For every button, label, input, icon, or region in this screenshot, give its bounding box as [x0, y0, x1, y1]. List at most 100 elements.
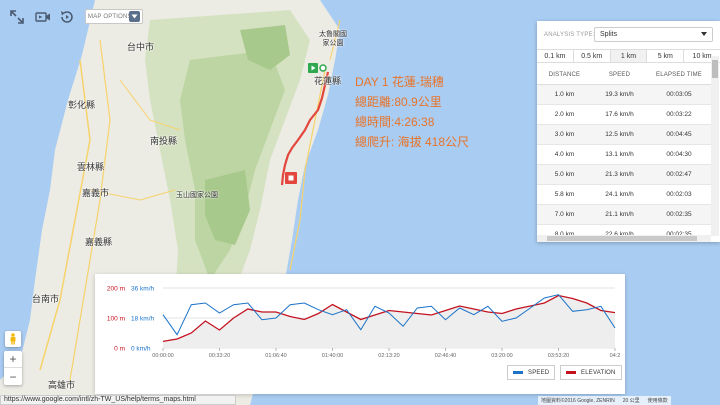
table-cell: 5.8 km — [554, 191, 575, 198]
y-left-tick: 100 m — [107, 316, 125, 323]
city-label: 台中市 — [127, 42, 155, 52]
attribution-text: 地圖資料©2016 Google, ZENRIN — [541, 398, 615, 404]
city-label: 玉山國家公園 — [176, 192, 218, 199]
status-url: https://www.google.com/intl/zh-TW_US/hel… — [0, 395, 236, 405]
table-cell: 00:02:35 — [666, 211, 692, 218]
table-row[interactable]: 7.0 km 21.1 km/h 00:02:35 — [537, 205, 711, 225]
table-cell: 17.6 km/h — [605, 111, 634, 118]
table-cell: 7.0 km — [554, 211, 575, 218]
column-header[interactable]: SPEED — [592, 72, 647, 78]
column-header[interactable]: ELAPSED TIME — [647, 72, 711, 78]
table-row[interactable]: 1.0 km 19.3 km/h 00:03:05 — [537, 85, 711, 105]
map-attribution: 地圖資料©2016 Google, ZENRIN 20 公里 使用條款 — [538, 396, 671, 405]
start-marker-icon[interactable] — [308, 62, 328, 76]
tab-split[interactable]: 1 km — [610, 50, 648, 62]
tab-split[interactable]: 0.1 km — [537, 50, 574, 62]
video-camera-icon — [35, 12, 50, 22]
splits-table-body: 1.0 km 19.3 km/h 00:03:05 2.0 km 17.6 km/h 00… — [537, 85, 711, 235]
analysis-type-label: ANALYSIS TYPE: — [544, 32, 595, 38]
column-header[interactable]: DISTANCE — [537, 72, 592, 78]
scale-label: 20 公里 — [622, 398, 640, 404]
x-tick-label: 01:06:40 — [265, 353, 286, 359]
city-label: 彰化縣 — [68, 100, 96, 110]
zoom-out-button[interactable]: − — [4, 368, 22, 385]
x-tick-label: 03:53:20 — [548, 353, 569, 359]
table-cell: 00:03:05 — [666, 91, 692, 98]
city-label: 嘉義市 — [82, 188, 110, 198]
elevation-swatch — [566, 371, 576, 374]
x-tick-label: 03:20:00 — [491, 353, 512, 359]
table-cell: 00:02:03 — [666, 191, 692, 198]
table-cell: 24.1 km/h — [605, 191, 634, 198]
splits-table-header: DISTANCE SPEED ELAPSED TIME — [537, 65, 711, 85]
legend-label: ELEVATION — [581, 369, 616, 376]
x-tick-label: 04:2 — [610, 353, 621, 359]
table-cell: 00:04:30 — [666, 151, 692, 158]
legend-elevation[interactable]: ELEVATION — [560, 365, 622, 380]
total-climb: 總爬升: 海拔 418公尺 — [355, 135, 470, 149]
chevron-down-icon — [701, 32, 707, 36]
analysis-type-select[interactable]: Splits — [594, 27, 713, 42]
y-right-tick: 36 km/h — [131, 286, 155, 293]
elevation-speed-chart: 200 m 36 km/h 100 m 18 km/h 0 m 0 km/h 00:00:0… — [95, 274, 625, 394]
split-tabs: 0.1 km 0.5 km 1 km 5 km 10 km — [537, 49, 720, 63]
fullscreen-button[interactable] — [7, 8, 27, 26]
analysis-type-value: Splits — [600, 31, 618, 38]
day-summary: DAY 1 花蓮-瑞穗 總距離:80.9公里 總時間:4:26:38 總爬升: … — [355, 72, 469, 152]
y-left-tick: 0 m — [114, 346, 125, 353]
x-tick-label: 00:00:00 — [152, 353, 173, 359]
legend-speed[interactable]: SPEED — [507, 365, 556, 380]
table-row[interactable]: 5.8 km 24.1 km/h 00:02:03 — [537, 185, 711, 205]
table-cell: 5.0 km — [554, 171, 575, 178]
table-cell: 1.0 km — [554, 91, 575, 98]
table-row[interactable]: 2.0 km 17.6 km/h 00:03:22 — [537, 105, 711, 125]
refresh-icon — [61, 11, 73, 23]
table-row[interactable]: 3.0 km 12.5 km/h 00:04:45 — [537, 125, 711, 145]
table-cell: 21.1 km/h — [605, 211, 634, 218]
city-label: 嘉義縣 — [85, 237, 113, 247]
y-right-tick: 18 km/h — [131, 316, 155, 323]
table-cell: 4.0 km — [554, 151, 575, 158]
x-tick-label: 01:40:00 — [322, 353, 343, 359]
y-right-tick: 0 km/h — [131, 346, 151, 353]
analysis-panel: ANALYSIS TYPE: Splits 0.1 km 0.5 km 1 km… — [537, 21, 720, 242]
table-row[interactable]: 8.0 km 22.6 km/h 00:02:35 — [537, 225, 711, 235]
table-row[interactable]: 5.0 km 21.3 km/h 00:02:47 — [537, 165, 711, 185]
table-row[interactable]: 4.0 km 13.1 km/h 00:04:30 — [537, 145, 711, 165]
zoom-in-button[interactable]: + — [4, 351, 22, 368]
speed-swatch — [513, 371, 523, 374]
vertical-scrollbar[interactable] — [711, 56, 719, 236]
horizontal-scrollbar[interactable] — [537, 235, 711, 242]
table-cell: 19.3 km/h — [605, 91, 634, 98]
chevron-down-icon — [129, 11, 140, 22]
street-view-pegman[interactable] — [5, 331, 21, 347]
table-cell: 21.3 km/h — [605, 171, 634, 178]
tab-split[interactable]: 0.5 km — [573, 50, 611, 62]
end-marker-icon[interactable] — [285, 172, 298, 186]
expand-icon — [10, 10, 24, 24]
terms-link[interactable]: 使用條款 — [648, 397, 668, 404]
x-tick-label: 02:13:20 — [378, 353, 399, 359]
city-label: 台南市 — [32, 294, 60, 304]
total-distance: 總距離:80.9公里 — [355, 95, 442, 109]
legend-label: SPEED — [528, 369, 550, 376]
zoom-control: + − — [4, 351, 22, 385]
table-cell: 00:02:47 — [666, 171, 692, 178]
tab-split[interactable]: 5 km — [647, 50, 685, 62]
city-label: 高雄市 — [48, 380, 76, 390]
table-cell: 3.0 km — [554, 131, 575, 138]
map-options-dropdown[interactable]: MAP OPTIONS — [85, 9, 143, 24]
city-label: 南投縣 — [150, 136, 178, 146]
table-cell: 00:04:45 — [666, 131, 692, 138]
table-cell: 00:03:22 — [666, 111, 692, 118]
total-time: 總時間:4:26:38 — [355, 115, 435, 129]
video-button[interactable] — [33, 8, 53, 26]
replay-button[interactable] — [57, 8, 77, 26]
y-left-tick: 200 m — [107, 286, 125, 293]
elevation-area — [163, 295, 615, 348]
table-cell: 12.5 km/h — [605, 131, 634, 138]
table-cell: 13.1 km/h — [605, 151, 634, 158]
day-title: DAY 1 花蓮-瑞穗 — [355, 75, 444, 89]
x-tick-label: 02:46:40 — [435, 353, 456, 359]
x-tick-label: 00:33:20 — [209, 353, 230, 359]
